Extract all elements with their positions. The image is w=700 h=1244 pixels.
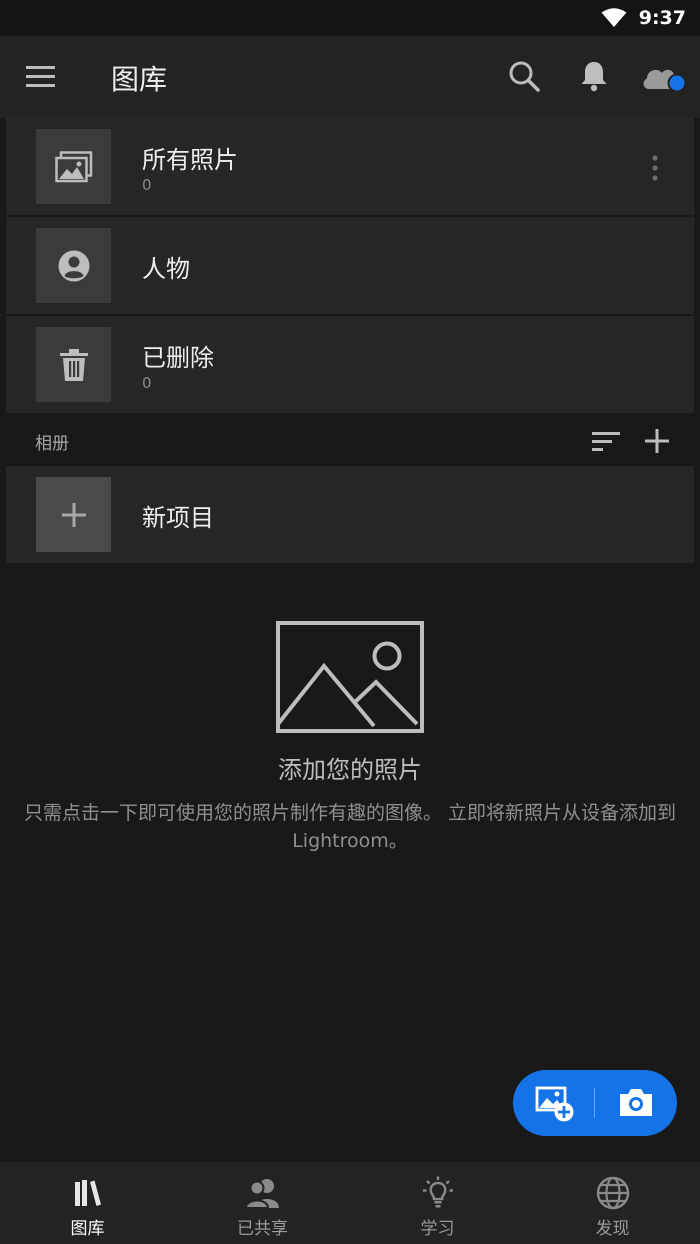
sort-albums-button[interactable] (592, 429, 622, 453)
new-project-label: 新项目 (142, 504, 214, 532)
add-album-button[interactable] (643, 427, 671, 455)
library-item-title: 已删除 (142, 344, 214, 372)
nav-item-library[interactable]: 图库 (0, 1162, 175, 1244)
learn-icon (422, 1176, 453, 1208)
trash-icon (59, 348, 88, 381)
image-placeholder-icon (276, 621, 424, 733)
discover-icon (596, 1176, 629, 1210)
person-icon (58, 250, 89, 281)
empty-state-description: 只需点击一下即可使用您的照片制作有趣的图像。 立即将新照片从设备添加到 Ligh… (23, 802, 677, 852)
cloud-sync-icon (643, 69, 687, 93)
library-item-count: 0 (142, 374, 152, 392)
nav-label: 图库 (70, 1219, 105, 1239)
more-vertical-icon (652, 155, 658, 181)
empty-state: 添加您的照片 只需点击一下即可使用您的照片制作有趣的图像。 立即将新照片从设备添… (0, 620, 700, 855)
library-item-count: 0 (142, 176, 152, 194)
status-bar: 9:37 (0, 0, 700, 36)
fab-divider (594, 1088, 595, 1118)
notifications-button[interactable] (578, 59, 610, 93)
all-photos-thumb (36, 129, 111, 204)
page-title: 图库 (111, 63, 168, 96)
new-project-thumb (36, 477, 111, 552)
add-photos-fab (513, 1070, 677, 1136)
plus-icon (61, 502, 86, 527)
library-item-deleted[interactable]: 已删除 0 (6, 316, 694, 413)
camera-icon (620, 1089, 652, 1116)
people-thumb (36, 228, 111, 303)
more-options-button[interactable] (650, 154, 660, 182)
shared-icon (244, 1179, 279, 1209)
library-item-title: 所有照片 (142, 146, 238, 174)
albums-label: 相册 (35, 434, 69, 454)
deleted-thumb (36, 327, 111, 402)
albums-header: 相册 (0, 415, 700, 465)
nav-label: 发现 (595, 1219, 630, 1239)
library-item-title: 人物 (142, 255, 190, 283)
bottom-nav: 图库 已共享 学习 发现 (0, 1162, 700, 1244)
wifi-icon (601, 8, 627, 27)
nav-label: 已共享 (237, 1219, 288, 1239)
app-bar: 图库 (0, 36, 700, 118)
add-photo-icon (535, 1086, 574, 1122)
camera-button[interactable] (617, 1087, 655, 1119)
empty-state-title: 添加您的照片 (278, 756, 422, 784)
status-time: 9:37 (638, 7, 686, 29)
nav-item-shared[interactable]: 已共享 (175, 1162, 350, 1244)
nav-item-discover[interactable]: 发现 (525, 1162, 700, 1244)
search-icon (509, 61, 540, 92)
cloud-sync-button[interactable] (640, 61, 688, 97)
sort-icon (592, 432, 620, 451)
import-photos-button[interactable] (535, 1086, 575, 1122)
library-icon (74, 1180, 101, 1206)
nav-label: 学习 (420, 1219, 455, 1239)
bell-icon (581, 62, 607, 92)
new-project-item[interactable]: 新项目 (6, 466, 694, 563)
photos-stack-icon (54, 150, 92, 182)
nav-item-learn[interactable]: 学习 (350, 1162, 525, 1244)
search-button[interactable] (508, 60, 542, 94)
hamburger-icon (26, 66, 55, 87)
library-list: 所有照片 0 人物 已删除 0 (6, 118, 694, 415)
library-item-all-photos[interactable]: 所有照片 0 (6, 118, 694, 215)
plus-icon (645, 429, 669, 453)
library-item-people[interactable]: 人物 (6, 217, 694, 314)
menu-button[interactable] (26, 63, 56, 91)
